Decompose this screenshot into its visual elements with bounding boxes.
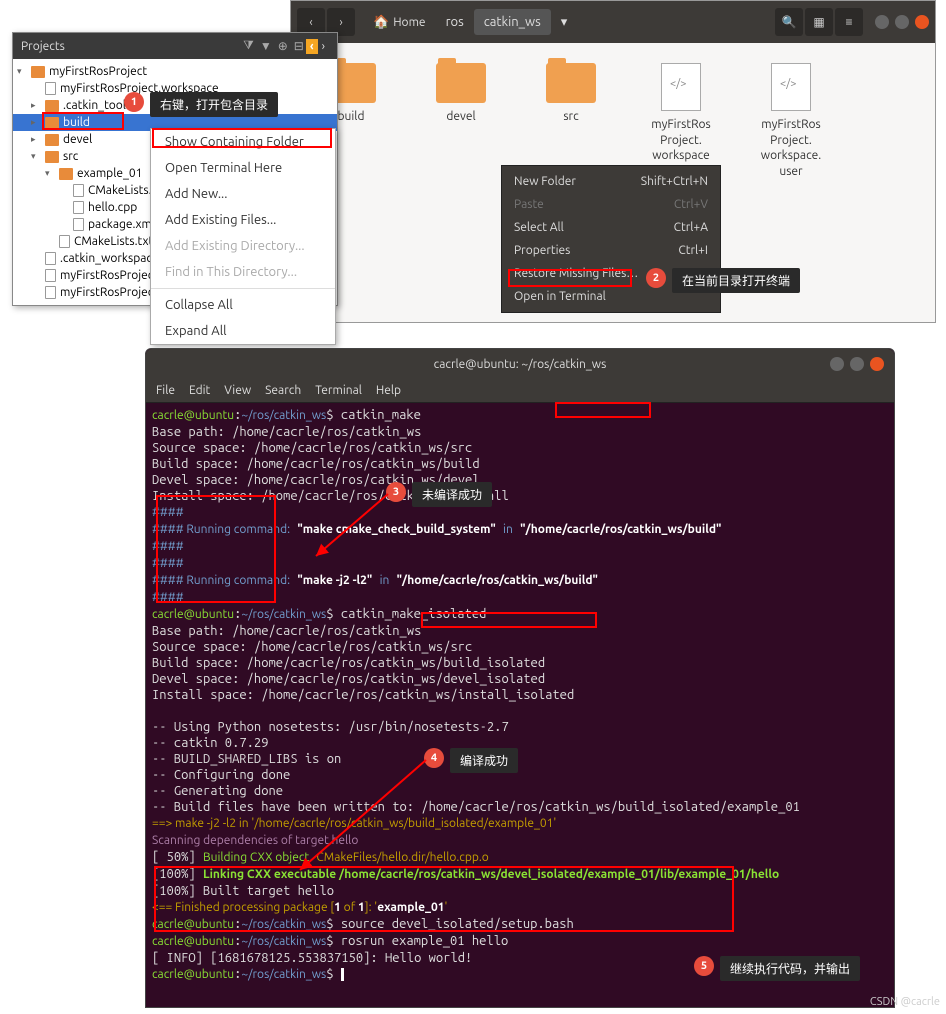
breadcrumb: 🏠 Home ros catkin_ws ▾ [363,9,577,36]
file-manager-header: ‹ › 🏠 Home ros catkin_ws ▾ 🔍 ▦ ≡ [291,1,935,43]
highlight-catkin-make [555,402,651,418]
tree-item[interactable]: ▾myFirstRosProject [13,63,337,80]
tree-label: package.xml [88,218,155,231]
file-icon [73,201,84,214]
close-icon[interactable] [915,15,929,29]
file-icon [45,269,56,282]
file-icon [59,235,70,248]
close-icon[interactable] [870,357,884,371]
folder-icon [546,63,596,103]
search-icon[interactable]: 🔍 [775,8,803,36]
funnel-icon: ▼ [258,37,274,55]
file-icon [45,252,56,265]
badge-2: 2 [646,268,666,288]
file-label: myFirstRos Project. workspace. user [751,117,831,179]
breadcrumb-item[interactable]: ros [436,9,474,35]
tree-label: example_01 [77,167,142,180]
badge-4: 4 [424,748,444,768]
context-menu-item[interactable]: PropertiesCtrl+I [502,239,720,262]
chevron-left-icon[interactable]: ‹ [306,39,318,54]
terminal-menubar: File Edit View Search Terminal Help [146,379,894,403]
highlight-show-containing [152,128,332,148]
file-label: src [563,109,578,125]
breadcrumb-home[interactable]: 🏠 Home [363,9,436,36]
menu-item[interactable]: File [156,384,175,397]
badge-1: 1 [124,92,144,112]
file-label: build [338,109,365,125]
hint-2: 在当前目录打开终端 [672,268,800,293]
folder-icon [45,151,59,163]
hint-4: 编译成功 [450,748,518,773]
ide-context-menu: Show Containing FolderOpen Terminal Here… [150,128,336,345]
menu-item[interactable]: View [224,384,251,397]
highlight-catkin-isolated [421,612,597,628]
file-item[interactable]: devel [421,63,501,179]
context-menu-item[interactable]: Select AllCtrl+A [502,216,720,239]
context-menu-item[interactable]: Add Existing Directory... [151,233,335,259]
collapse-icon: ⊟ [292,37,306,55]
file-label: myFirstRos Project. workspace [641,117,721,164]
tree-label: myFirstRosProject [49,65,147,78]
maximize-icon[interactable] [850,357,864,371]
folder-icon [59,168,73,180]
menu-item[interactable]: Edit [189,384,210,397]
context-menu-item[interactable]: Collapse All [151,292,335,318]
highlight-build-success [154,866,734,932]
folder-icon [45,100,59,112]
tree-label: src [63,150,78,163]
context-menu-item: PasteCtrl+V [502,193,720,216]
breadcrumb-current[interactable]: catkin_ws [474,9,551,35]
hint-3: 未编译成功 [412,482,492,507]
badge-3: 3 [386,482,406,502]
watermark: CSDN @cacrle [870,996,940,1008]
tree-label: .catkin_workspace [60,252,159,265]
file-item[interactable]: myFirstRos Project. workspace. user [751,63,831,179]
view-grid-icon[interactable]: ▦ [805,8,833,36]
hint-5: 继续执行代码，并输出 [720,956,860,981]
context-menu-item[interactable]: Find in This Directory... [151,259,335,285]
context-menu-item[interactable]: Open Terminal Here [151,155,335,181]
minimize-icon[interactable] [875,15,889,29]
highlight-open-terminal [508,269,632,287]
terminal-titlebar: cacrle@ubuntu: ~/ros/catkin_ws [146,349,894,379]
document-icon [661,63,701,111]
file-icon [73,184,84,197]
menu-item[interactable]: Terminal [315,384,362,397]
highlight-fail-block [156,495,276,603]
context-menu-item[interactable]: Add New... [151,181,335,207]
highlight-build [42,112,124,130]
folder-icon [31,66,45,78]
maximize-icon[interactable] [895,15,909,29]
file-label: devel [446,109,475,125]
context-menu-item[interactable]: Expand All [151,318,335,344]
minimize-icon[interactable] [830,357,844,371]
context-menu-item[interactable]: Add Existing Files... [151,207,335,233]
folder-icon [45,134,59,146]
menu-item[interactable]: Help [376,384,401,397]
hamburger-icon[interactable]: ≡ [835,8,863,36]
filter-icon: ⧩ [241,37,256,55]
file-icon [45,82,56,95]
link-icon: ⊕ [276,37,290,55]
file-item[interactable]: src [531,63,611,179]
tree-label: CMakeLists.txt [74,235,153,248]
context-menu-item[interactable]: New FolderShift+Ctrl+N [502,170,720,193]
panel-title: Projects [21,40,241,53]
file-icon [73,218,84,231]
file-icon [45,286,56,299]
tree-label: devel [63,133,92,146]
folder-icon [436,63,486,103]
file-item[interactable]: myFirstRos Project. workspace [641,63,721,179]
tree-label: .catkin_tools [63,99,131,112]
document-icon [771,63,811,111]
chevron-right-icon[interactable]: › [318,39,329,54]
tree-label: hello.cpp [88,201,137,214]
menu-item[interactable]: Search [265,384,301,397]
badge-5: 5 [694,956,714,976]
hint-1: 右键，打开包含目录 [150,92,278,117]
